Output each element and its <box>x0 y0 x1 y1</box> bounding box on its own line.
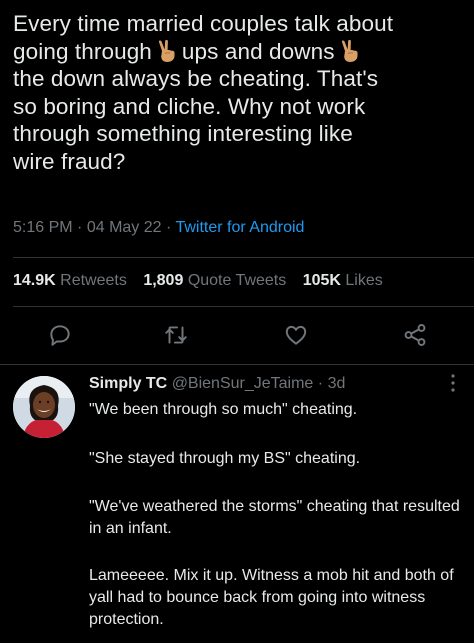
victory-hand-emoji <box>341 39 358 62</box>
divider <box>13 306 474 307</box>
tweet-text: Every time married couples talk about go… <box>13 10 468 175</box>
reply-icon[interactable] <box>47 322 73 348</box>
like-icon[interactable] <box>283 322 309 348</box>
meta-separator: · <box>317 375 324 392</box>
tweet-line: through something interesting like <box>13 121 353 146</box>
likes-stat[interactable]: 105K Likes <box>303 272 395 289</box>
meta-separator: · <box>166 219 172 236</box>
more-options-icon[interactable] <box>450 373 456 393</box>
reply-paragraph: "She stayed through my BS" cheating. <box>89 450 361 467</box>
reply-author-name[interactable]: Simply TC <box>89 375 167 392</box>
divider <box>13 257 474 258</box>
reply-age[interactable]: 3d <box>328 375 346 392</box>
tweet-date[interactable]: 04 May 22 <box>87 219 162 236</box>
tweet-line-part: going through <box>13 38 152 64</box>
share-icon[interactable] <box>402 322 428 348</box>
reply-paragraph: "We been through so much" cheating. <box>89 401 358 418</box>
retweets-count: 14.9K <box>13 272 56 289</box>
reply-header: Simply TC @BienSur_JeTaime · 3d <box>89 375 345 393</box>
tweet-stats: 14.9K Retweets 1,809 Quote Tweets 105K L… <box>13 272 395 290</box>
quote-tweets-count: 1,809 <box>143 272 184 289</box>
tweet-source-link[interactable]: Twitter for Android <box>175 219 304 236</box>
tweet-line-part: ups and downs <box>181 38 335 64</box>
tweet-line: Every time married couples talk about <box>13 11 394 36</box>
retweets-stat[interactable]: 14.9K Retweets <box>13 272 139 289</box>
avatar[interactable] <box>13 376 75 438</box>
reply-tweet[interactable]: Simply TC @BienSur_JeTaime · 3d "We been… <box>0 365 474 643</box>
tweet-action-bar <box>0 322 474 350</box>
reply-author-handle[interactable]: @BienSur_JeTaime <box>172 375 314 392</box>
tweet-line: going through ups and downs <box>13 38 468 66</box>
tweet-time[interactable]: 5:16 PM <box>13 219 73 236</box>
reply-paragraph: "We've weathered the storms" cheating th… <box>89 498 460 537</box>
quote-tweets-stat[interactable]: 1,809 Quote Tweets <box>143 272 298 289</box>
quote-tweets-label: Quote Tweets <box>187 272 287 289</box>
tweet-line: the down always be cheating. That's <box>13 66 379 91</box>
retweets-label: Retweets <box>60 272 127 289</box>
tweet-line: so boring and cliche. Why not work <box>13 93 366 119</box>
tweet-line: wire fraud? <box>13 148 126 174</box>
tweet-meta: 5:16 PM · 04 May 22 · Twitter for Androi… <box>13 219 304 237</box>
likes-label: Likes <box>345 272 383 289</box>
retweet-icon[interactable] <box>163 322 189 348</box>
reply-paragraph: Lameeeee. Mix it up. Witness a mob hit a… <box>89 567 454 628</box>
likes-count: 105K <box>302 272 341 289</box>
meta-separator: · <box>77 219 83 236</box>
victory-hand-emoji <box>158 39 175 62</box>
